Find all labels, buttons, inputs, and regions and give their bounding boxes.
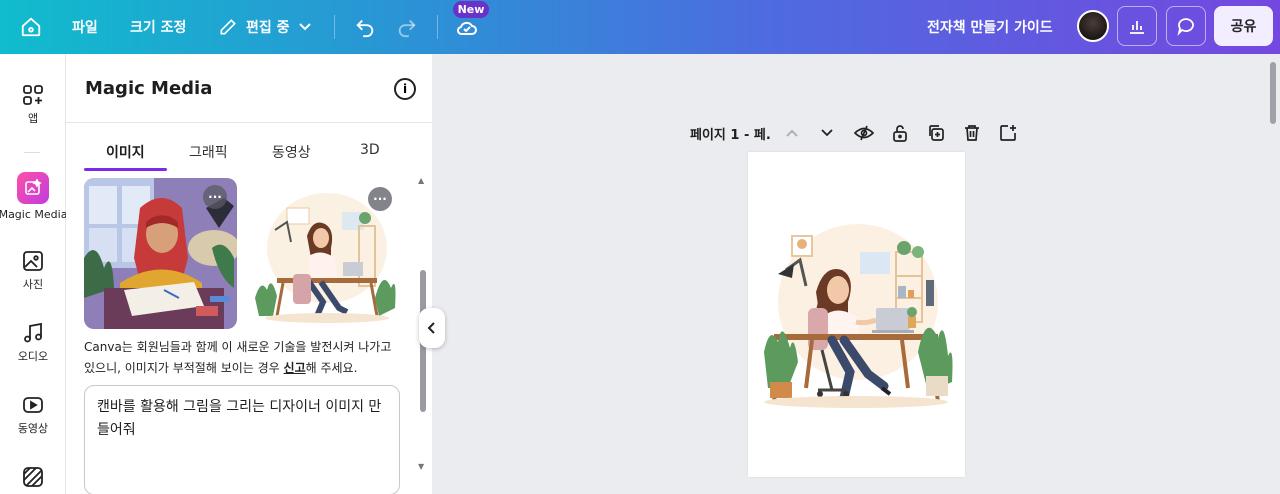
trash-icon bbox=[965, 125, 979, 141]
rail-item-photos[interactable]: 사진 bbox=[0, 250, 66, 292]
tab-3d[interactable]: 3D bbox=[360, 142, 380, 158]
rail-item-audio[interactable]: 오디오 bbox=[0, 322, 66, 364]
rail-label: 동영상 bbox=[17, 422, 49, 435]
redo-button[interactable] bbox=[396, 0, 418, 54]
add-page-icon bbox=[1000, 125, 1016, 141]
more-options-button[interactable]: ··· bbox=[203, 185, 227, 209]
duplicate-icon bbox=[929, 125, 944, 141]
magic-media-panel: Magic Media i 이미지 그래픽 동영상 3D ··· ··· Can… bbox=[66, 54, 432, 494]
divider bbox=[334, 15, 335, 39]
tab-video[interactable]: 동영상 bbox=[272, 142, 311, 162]
rail-item-magic-media[interactable]: Magic Media bbox=[0, 172, 68, 221]
video-icon bbox=[23, 397, 43, 413]
disclaimer-after: 해 주세요. bbox=[305, 361, 358, 375]
cloud-check-icon bbox=[457, 21, 477, 35]
prompt-input[interactable]: 캔바를 활용해 그림을 그리는 디자이너 이미지 만들어줘 bbox=[84, 385, 400, 494]
file-menu[interactable]: 파일 bbox=[72, 0, 98, 54]
info-icon[interactable]: i bbox=[394, 78, 416, 100]
magic-media-icon bbox=[17, 172, 49, 204]
scroll-down-arrow[interactable]: ▼ bbox=[418, 462, 424, 471]
move-page-down-button[interactable] bbox=[816, 122, 838, 144]
hide-page-button[interactable] bbox=[853, 122, 875, 144]
home-icon bbox=[21, 17, 41, 37]
duplicate-page-button[interactable] bbox=[925, 122, 947, 144]
comment-icon bbox=[1177, 18, 1194, 36]
eye-slash-icon bbox=[854, 125, 874, 141]
lock-page-button[interactable] bbox=[889, 122, 911, 144]
unlock-icon bbox=[893, 125, 907, 142]
share-button[interactable]: 공유 bbox=[1214, 6, 1273, 46]
move-page-up-button[interactable] bbox=[781, 122, 803, 144]
tab-underline bbox=[84, 168, 167, 171]
comments-button[interactable] bbox=[1166, 6, 1206, 46]
more-options-button[interactable]: ··· bbox=[368, 187, 392, 211]
rail-item-video[interactable]: 동영상 bbox=[0, 394, 66, 436]
delete-page-button[interactable] bbox=[961, 122, 983, 144]
chevron-left-icon bbox=[427, 322, 435, 334]
bar-chart-icon bbox=[1130, 21, 1144, 34]
add-page-button[interactable] bbox=[997, 122, 1019, 144]
disclaimer-text: Canva는 회원님들과 함께 이 새로운 기술을 발전시켜 나가고 있으니, … bbox=[84, 337, 396, 379]
divider bbox=[24, 152, 40, 153]
apps-icon bbox=[23, 85, 43, 105]
tab-graphic[interactable]: 그래픽 bbox=[189, 142, 228, 162]
chevron-up-icon bbox=[786, 129, 798, 137]
designer-illustration[interactable] bbox=[748, 152, 965, 477]
page-toolbar: 페이지 1 - 페. bbox=[690, 122, 771, 144]
pattern-icon bbox=[23, 467, 43, 487]
redo-icon bbox=[398, 19, 416, 38]
resize-menu[interactable]: 크기 조정 bbox=[130, 0, 186, 54]
scroll-up-arrow[interactable]: ▲ bbox=[418, 176, 424, 185]
rail-label: 앱 bbox=[27, 112, 39, 125]
home-button[interactable] bbox=[20, 0, 42, 54]
rail-item-pattern[interactable] bbox=[0, 466, 66, 488]
chevron-down-icon bbox=[821, 129, 833, 137]
audio-icon bbox=[24, 322, 42, 343]
left-rail: 앱 Magic Media 사진 오디오 동영상 bbox=[0, 54, 68, 494]
rail-label: Magic Media bbox=[0, 208, 68, 221]
avatar[interactable] bbox=[1077, 10, 1109, 42]
edit-mode-menu[interactable]: 편집 중 bbox=[218, 0, 312, 54]
report-link[interactable]: 신고 bbox=[284, 361, 306, 375]
canvas-scrollbar[interactable] bbox=[1270, 62, 1276, 124]
divider bbox=[437, 15, 438, 39]
panel-title: Magic Media bbox=[85, 78, 213, 99]
document-title[interactable]: 전자책 만들기 가이드 bbox=[927, 0, 1053, 54]
undo-icon bbox=[356, 19, 374, 38]
chevron-down-icon bbox=[298, 23, 311, 31]
new-badge: New bbox=[453, 1, 489, 18]
pencil-icon bbox=[220, 19, 236, 35]
page-title[interactable]: 페이지 1 - 페. bbox=[690, 124, 771, 143]
edit-mode-label: 편집 중 bbox=[246, 20, 290, 36]
rail-label: 사진 bbox=[22, 278, 44, 291]
collapse-panel-button[interactable] bbox=[419, 308, 445, 348]
design-page[interactable] bbox=[748, 152, 965, 477]
insights-button[interactable] bbox=[1117, 6, 1157, 46]
undo-button[interactable] bbox=[354, 0, 376, 54]
tab-image[interactable]: 이미지 bbox=[106, 142, 145, 162]
rail-label: 오디오 bbox=[17, 350, 49, 363]
divider bbox=[66, 122, 432, 123]
top-bar: 파일 크기 조정 편집 중 New 전자책 만들기 가이드 공유 bbox=[0, 0, 1280, 54]
rail-item-apps[interactable]: 앱 bbox=[0, 84, 66, 126]
photo-icon bbox=[23, 251, 43, 271]
